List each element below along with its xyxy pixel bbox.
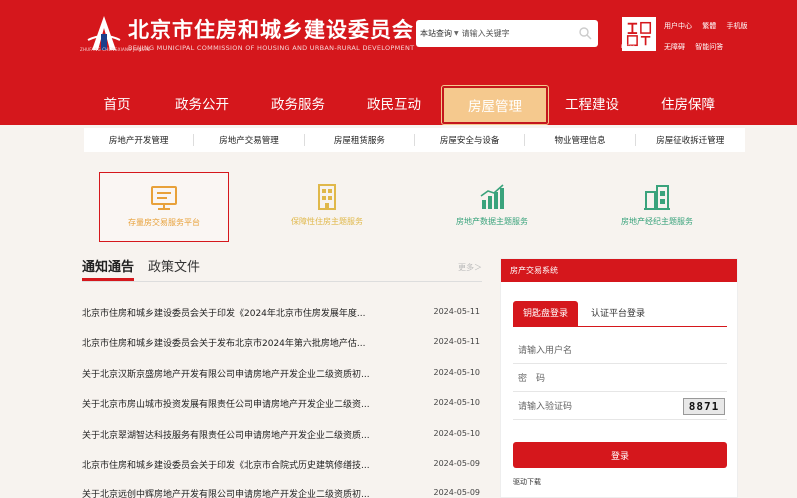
search-box: 本站查询 ▼ — [416, 20, 598, 47]
notice-date: 2024-05-10 — [433, 429, 481, 438]
panel-title: 房产交易系统 — [501, 259, 737, 282]
notice-row[interactable]: 北京市住房和城乡建设委员会关于印发《2024年北京市住房发展年度... 2024… — [82, 306, 480, 326]
notice-date: 2024-05-11 — [433, 337, 481, 346]
notice-date: 2024-05-09 — [433, 488, 481, 497]
nav-gov-affairs[interactable]: 政务公开 — [164, 86, 240, 124]
more-link[interactable]: 更多＞ — [458, 262, 482, 273]
notice-date: 2024-05-10 — [433, 398, 481, 407]
emblem-caption: Beijing — [621, 44, 635, 49]
subnav-real-estate-development[interactable]: 房地产开发管理 — [84, 134, 195, 146]
top-links: 用户中心 繁體 手机版 — [664, 21, 755, 31]
chart-icon — [480, 184, 504, 209]
notice-date: 2024-05-11 — [433, 307, 481, 316]
notice-tabs: 通知通告 政策文件 更多＞ — [82, 256, 482, 282]
traditional-chinese-link[interactable]: 繁體 — [702, 22, 716, 30]
search-scope-select[interactable]: 本站查询 — [416, 28, 452, 39]
nav-gov-services[interactable]: 政务服务 — [260, 86, 336, 124]
search-input[interactable] — [461, 29, 580, 38]
nav-home[interactable]: 首页 — [90, 86, 144, 124]
tab-auth-platform-login[interactable]: 认证平台登录 — [581, 301, 655, 327]
service-tile-affordable-housing[interactable]: 保障性住房主题服务 — [262, 172, 392, 242]
notice-title[interactable]: 关于北京远创中辉房地产开发有限公司申请房地产开发企业二级资质初... — [82, 487, 370, 498]
notice-row[interactable]: 北京市住房和城乡建设委员会关于印发《北京市合院式历史建筑修缮技... 2024-… — [82, 458, 480, 478]
service-tile-real-estate-data[interactable]: 房地产数据主题服务 — [427, 172, 557, 242]
subnav-rental-services[interactable]: 房屋租赁服务 — [305, 134, 415, 146]
service-tile-label: 保障性住房主题服务 — [291, 217, 363, 226]
notice-title[interactable]: 关于北京市房山城市投资发展有限责任公司申请房地产开发企业二级资... — [82, 397, 370, 410]
accessibility-link[interactable]: 无障碍 — [664, 43, 685, 51]
username-field-wrap — [513, 338, 727, 364]
monitor-icon — [151, 186, 177, 210]
nav-engineering[interactable]: 工程建设 — [554, 86, 630, 124]
subnav-housing-safety[interactable]: 房屋安全与设备 — [415, 134, 526, 146]
notice-row[interactable]: 北京市住房和城乡建设委员会关于发布北京市2024年第六批房地产估... 2024… — [82, 336, 480, 356]
nav-housing-management[interactable]: 房屋管理 — [441, 85, 549, 125]
captcha-image[interactable]: 8871 — [683, 398, 725, 415]
chevron-down-icon[interactable]: ▼ — [454, 30, 459, 37]
notice-title[interactable]: 关于北京翠湖智达科技服务有限责任公司申请房地产开发企业二级资质... — [82, 428, 370, 441]
username-field[interactable] — [513, 338, 727, 364]
subnav-expropriation[interactable]: 房屋征收拆迁管理 — [636, 134, 745, 146]
notice-date: 2024-05-09 — [433, 459, 481, 468]
houses-icon — [644, 185, 670, 210]
main-nav: 首页 政务公开 政务服务 政民互动 房屋管理 工程建设 住房保障 — [0, 85, 797, 125]
notice-title[interactable]: 北京市住房和城乡建设委员会关于印发《北京市合院式历史建筑修缮技... — [82, 458, 370, 471]
site-header: ZHUFANG CHENGXIANG JIANSHE 北京市住房和城乡建设委员会… — [0, 0, 797, 125]
tab-notices[interactable]: 通知通告 — [82, 256, 135, 281]
tab-key-disk-login[interactable]: 钥匙盘登录 — [513, 301, 579, 327]
nav-citizen-interaction[interactable]: 政民互动 — [356, 86, 432, 124]
user-center-link[interactable]: 用户中心 — [664, 22, 692, 30]
login-tabs: 钥匙盘登录 认证平台登录 — [513, 301, 727, 327]
subnav-real-estate-trading[interactable]: 房地产交易管理 — [194, 134, 305, 146]
notice-row[interactable]: 关于北京市房山城市投资发展有限责任公司申请房地产开发企业二级资... 2024-… — [82, 397, 480, 417]
notice-row[interactable]: 关于北京汉斯京盛房地产开发有限公司申请房地产开发企业二级资质初... 2024-… — [82, 367, 480, 387]
password-field-wrap — [513, 366, 727, 392]
login-button[interactable]: 登录 — [513, 442, 727, 468]
notice-row[interactable]: 关于北京翠湖智达科技服务有限责任公司申请房地产开发企业二级资质... 2024-… — [82, 428, 480, 448]
notice-date: 2024-05-10 — [433, 368, 481, 377]
site-subtitle: BEIJING MUNICIPAL COMMISSION OF HOUSING … — [128, 44, 415, 52]
password-field[interactable] — [513, 366, 727, 392]
mobile-version-link[interactable]: 手机版 — [726, 22, 747, 30]
driver-download-link[interactable]: 驱动下载 — [513, 477, 541, 487]
login-panel: 房产交易系统 钥匙盘登录 认证平台登录 8871 登录 驱动下载 — [500, 258, 738, 498]
building-icon — [318, 184, 336, 210]
notice-row[interactable]: 关于北京远创中辉房地产开发有限公司申请房地产开发企业二级资质初... 2024-… — [82, 487, 480, 498]
service-tile-label: 房地产数据主题服务 — [456, 217, 528, 226]
nav-housing-security[interactable]: 住房保障 — [650, 86, 726, 124]
smart-qa-link[interactable]: 智能问答 — [695, 43, 723, 51]
tab-policy-documents[interactable]: 政策文件 — [148, 256, 200, 275]
notice-title[interactable]: 北京市住房和城乡建设委员会关于印发《2024年北京市住房发展年度... — [82, 306, 366, 319]
service-tile-existing-housing[interactable]: 存量房交易服务平台 — [99, 172, 229, 242]
top-links-secondary: 无障碍 智能问答 — [664, 42, 731, 52]
service-tile-real-estate-brokerage[interactable]: 房地产经纪主题服务 — [592, 172, 722, 242]
site-title[interactable]: 北京市住房和城乡建设委员会 — [128, 14, 414, 44]
notice-title[interactable]: 关于北京汉斯京盛房地产开发有限公司申请房地产开发企业二级资质初... — [82, 367, 370, 380]
captcha-field-wrap: 8871 — [513, 394, 727, 420]
search-icon[interactable] — [578, 26, 592, 40]
notice-title[interactable]: 北京市住房和城乡建设委员会关于发布北京市2024年第六批房地产估... — [82, 336, 366, 349]
service-tile-label: 房地产经纪主题服务 — [621, 217, 693, 226]
subnav-property-management[interactable]: 物业管理信息 — [525, 134, 636, 146]
service-tile-label: 存量房交易服务平台 — [128, 218, 200, 227]
sub-nav: 房地产开发管理 房地产交易管理 房屋租赁服务 房屋安全与设备 物业管理信息 房屋… — [84, 128, 745, 152]
